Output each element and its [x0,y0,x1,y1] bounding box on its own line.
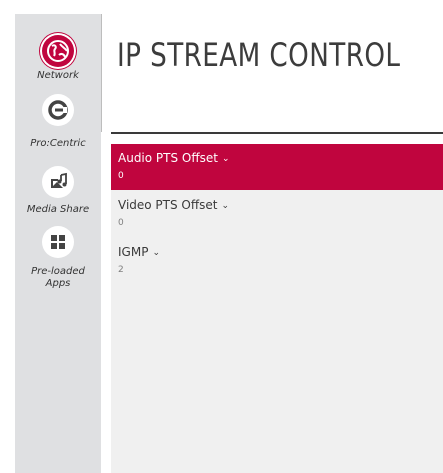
media-share-icon [42,166,74,198]
setting-label: IGMP ⌄ [118,245,160,259]
setting-value: 2 [118,265,124,275]
setting-label: Audio PTS Offset ⌄ [118,151,230,165]
sidebar-item-label: Pro:Centric [30,138,86,149]
page-title: IP STREAM CONTROL [117,36,401,74]
apps-grid-icon [42,226,74,258]
setting-audio-pts-offset[interactable]: Audio PTS Offset ⌄ 0 [111,144,443,190]
setting-video-pts-offset[interactable]: Video PTS Offset ⌄ 0 [111,191,443,237]
sidebar-item-label: Network [37,70,79,81]
setting-value: 0 [118,218,124,228]
sidebar-item-preloaded-apps[interactable]: Pre-loaded Apps [15,218,101,298]
chevron-down-icon: ⌄ [221,154,230,164]
header-divider [111,132,443,134]
sidebar: Network Pro:Centric Media Share Pre-load… [15,14,101,473]
sidebar-item-network[interactable]: Network [15,14,101,86]
sidebar-item-label: Pre-loaded Apps [31,266,85,289]
globe-icon [42,35,74,67]
ip-stream-control-screen: Network Pro:Centric Media Share Pre-load… [0,0,443,473]
main-panel: IP STREAM CONTROL Audio PTS Offset ⌄ 0 Vi… [101,14,443,473]
setting-label: Video PTS Offset ⌄ [118,198,230,212]
procentric-icon [42,94,74,126]
settings-list: Audio PTS Offset ⌄ 0 Video PTS Offset ⌄ 0 … [111,144,443,473]
setting-value: 0 [118,171,124,181]
sidebar-item-media-share[interactable]: Media Share [15,158,101,218]
setting-igmp[interactable]: IGMP ⌄ 2 [111,238,443,284]
sidebar-item-procentric[interactable]: Pro:Centric [15,86,101,158]
chevron-down-icon: ⌄ [152,248,160,258]
chevron-down-icon: ⌄ [221,201,230,211]
sidebar-item-label: Media Share [26,204,90,215]
header-divider-vertical [101,14,102,132]
